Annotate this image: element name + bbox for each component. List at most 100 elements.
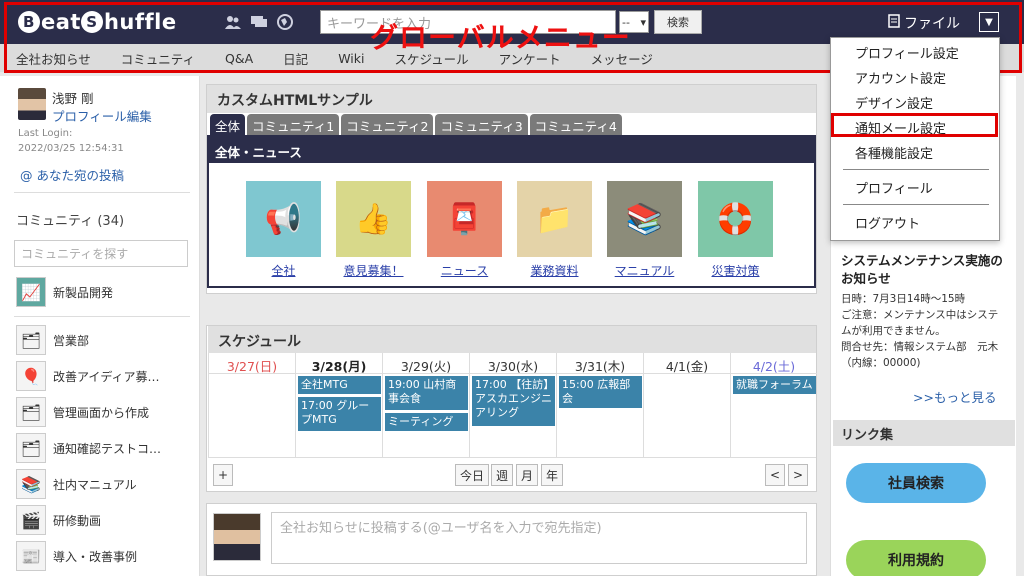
community-heading: コミュニティ (34) (16, 214, 125, 229)
folder-icon[interactable]: 📁 (517, 181, 592, 257)
notice-line: ご注意：メンテナンス中はシステムが利用できません。 (841, 309, 999, 337)
tile-label[interactable]: 意見募集！ (336, 262, 411, 279)
day-column[interactable]: 3/27(日) (208, 353, 295, 457)
tab-community-2[interactable]: コミュニティ2 (341, 114, 434, 135)
globe-icon[interactable] (276, 13, 294, 31)
menu-item-profile-settings[interactable]: プロフィール設定 (855, 43, 959, 62)
tile-label[interactable]: 全社 (246, 262, 321, 279)
list-item[interactable]: 🗂 通知確認テストコ… (16, 432, 196, 464)
prev-button[interactable]: < (765, 464, 785, 486)
postbox-icon[interactable]: 📮 (427, 181, 502, 257)
file-menu-label: ファイル (904, 16, 960, 32)
custom-html-tabs: 全体 コミュニティ1 コミュニティ2 コミュニティ3 コミュニティ4 (210, 114, 622, 135)
list-item[interactable]: 🗂 営業部 (16, 324, 196, 356)
chart-icon: 📈 (16, 277, 46, 307)
schedule-event[interactable]: 17:00 グループMTG (298, 397, 381, 431)
schedule-event[interactable]: ミーティング (385, 413, 468, 431)
list-item[interactable]: 🗂 管理画面から作成 (16, 396, 196, 428)
community-name: 導入・改善事例 (53, 549, 138, 564)
tab-community-3[interactable]: コミュニティ3 (435, 114, 528, 135)
nav-company-news[interactable]: 全社お知らせ (16, 49, 91, 68)
menu-divider (843, 204, 989, 205)
logo-text-2: huffle (103, 10, 177, 34)
mentions-link[interactable]: @ あなた宛の投稿 (20, 165, 124, 184)
week-button[interactable]: 週 (491, 464, 513, 486)
schedule-title: スケジュール (208, 326, 816, 353)
tab-community-4[interactable]: コミュニティ4 (529, 114, 622, 135)
news-heading: 全体・ニュース (209, 137, 814, 163)
nav-wiki[interactable]: Wiki (338, 51, 364, 66)
post-input[interactable]: 全社お知らせに投稿する(@ユーザ名を入力で宛先指定) (271, 512, 807, 564)
month-button[interactable]: 月 (516, 464, 538, 486)
menu-item-account-settings[interactable]: アカウント設定 (855, 68, 946, 87)
user-name[interactable]: 浅野 剛 (52, 88, 93, 107)
tile-label[interactable]: マニュアル (607, 262, 682, 279)
list-item[interactable]: 🎈 改善アイディア募… (16, 360, 196, 392)
top-icons (224, 13, 294, 31)
schedule-event[interactable]: 就職フォーラム (733, 376, 816, 394)
avatar[interactable] (18, 88, 46, 120)
nav-qa[interactable]: Q&A (225, 51, 253, 66)
employee-search-button[interactable]: 社員検索 (846, 463, 986, 503)
schedule-event[interactable]: 全社MTG (298, 376, 381, 394)
menu-item-logout[interactable]: ログアウト (855, 213, 920, 232)
list-item[interactable]: 📚 社内マニュアル (16, 468, 196, 500)
user-dropdown-menu: プロフィール設定 アカウント設定 デザイン設定 通知メール設定 各種機能設定 プ… (830, 37, 1000, 241)
divider (14, 316, 190, 317)
schedule-event[interactable]: 17:00 【往訪】アスカエンジニアリング (472, 376, 555, 426)
menu-item-notify-mail-settings[interactable]: 通知メール設定 (855, 118, 946, 137)
tile-label[interactable]: 災害対策 (698, 262, 773, 279)
last-login: Last Login: 2022/03/25 12:54:31 (18, 126, 124, 156)
logo-text-1: eat (41, 10, 81, 34)
chevron-down-icon: ▾ (640, 15, 646, 29)
schedule-event[interactable]: 19:00 山村商事会食 (385, 376, 468, 410)
terms-button[interactable]: 利用規約 (846, 540, 986, 576)
next-button[interactable]: > (788, 464, 808, 486)
menu-item-feature-settings[interactable]: 各種機能設定 (855, 143, 933, 162)
notice-title[interactable]: システムメンテナンス実施のお知らせ (841, 252, 1005, 288)
tab-all[interactable]: 全体 (210, 114, 246, 135)
tile-label[interactable]: ニュース (427, 262, 502, 279)
divider (14, 192, 190, 193)
thumbs-up-icon[interactable]: 👍 (336, 181, 411, 257)
binders-icon[interactable]: 📚 (607, 181, 682, 257)
megaphone-icon[interactable]: 📢 (246, 181, 321, 257)
last-login-label: Last Login: (18, 128, 73, 139)
tab-community-1[interactable]: コミュニティ1 (247, 114, 340, 135)
community-name: 研修動画 (53, 513, 102, 528)
day-header: 3/29(火) (383, 353, 469, 374)
day-column[interactable]: 4/2(土) (730, 353, 817, 457)
search-button[interactable]: 検索 (654, 10, 702, 34)
profile-edit-link[interactable]: プロフィール編集 (52, 106, 152, 125)
menu-item-profile[interactable]: プロフィール (855, 178, 933, 197)
list-item[interactable]: 📰 導入・改善事例 (16, 540, 196, 572)
community-search-input[interactable]: コミュニティを探す (14, 240, 188, 267)
folder-icon: 🗂 (16, 433, 46, 463)
more-link[interactable]: >>もっと見る (913, 387, 996, 406)
schedule-footer: + 今日 週 月 年 < > (208, 457, 816, 491)
lifebuoy-icon[interactable]: 🛟 (698, 181, 773, 257)
day-column[interactable]: 4/1(金) (643, 353, 730, 457)
user-menu-toggle[interactable]: ▼ (979, 12, 999, 32)
list-item[interactable]: 🎬 研修動画 (16, 504, 196, 536)
balloon-icon: 🎈 (16, 361, 46, 391)
community-name: 通知確認テストコ… (53, 441, 162, 456)
tile-label[interactable]: 業務資料 (517, 262, 592, 279)
menu-divider (843, 169, 989, 170)
file-menu[interactable]: ファイル (888, 13, 960, 33)
chevron-down-icon: ▼ (985, 16, 993, 28)
schedule-grid: 3/27(日) 3/28(月) 3/29(火) 3/30(水) 3/31(木) … (208, 353, 817, 457)
nav-diary[interactable]: 日記 (283, 49, 308, 68)
list-item[interactable]: 📈 新製品開発 (16, 276, 196, 308)
nav-community[interactable]: コミュニティ (121, 49, 195, 68)
logo[interactable]: B eat S huffle (18, 6, 177, 38)
year-button[interactable]: 年 (541, 464, 563, 486)
notice-body: 日時：7月3日14時～15時 ご注意：メンテナンス中はシステムが利用できません。… (841, 291, 1003, 371)
add-schedule-button[interactable]: + (213, 464, 233, 486)
today-button[interactable]: 今日 (455, 464, 489, 486)
last-login-value: 2022/03/25 12:54:31 (18, 143, 124, 154)
chat-icon[interactable] (250, 13, 268, 31)
users-icon[interactable] (224, 13, 242, 31)
schedule-event[interactable]: 15:00 広報部会 (559, 376, 642, 408)
menu-item-design-settings[interactable]: デザイン設定 (855, 93, 933, 112)
